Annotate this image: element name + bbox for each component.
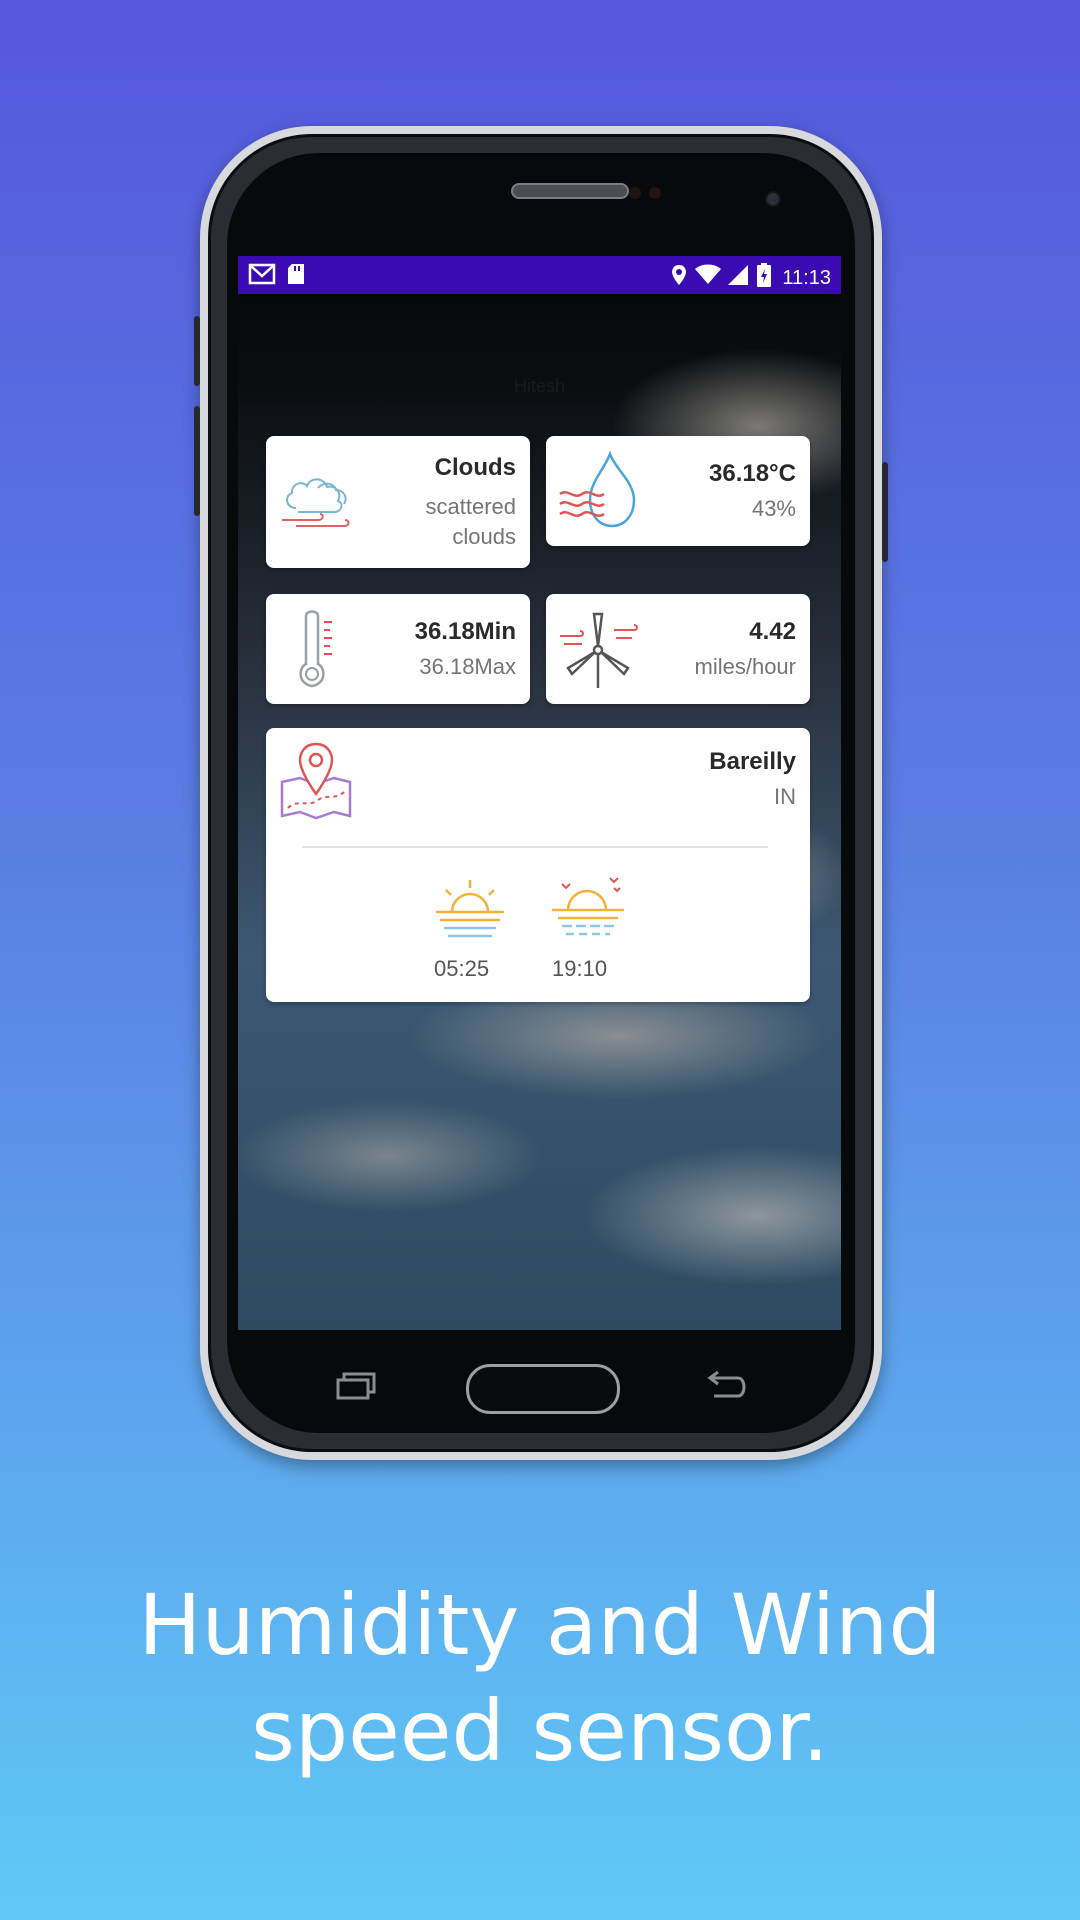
- front-camera: [765, 191, 781, 207]
- wifi-icon: [694, 263, 722, 292]
- caption-line1: Humidity and Wind: [138, 1576, 942, 1674]
- app-screen: 11:13 Hitesh Clouds scattered clouds 36.…: [238, 256, 841, 1330]
- wind-unit: miles/hour: [694, 654, 796, 679]
- humidity-card[interactable]: 36.18°C 43%: [546, 436, 810, 546]
- recent-apps-button[interactable]: [334, 1370, 378, 1407]
- humidity-value: 43%: [751, 496, 796, 521]
- weather-main: Clouds: [434, 454, 516, 481]
- earpiece-speaker: [511, 183, 629, 199]
- battery-charging-icon: [756, 262, 772, 293]
- back-button[interactable]: [704, 1370, 748, 1407]
- sunset-time: 19:10: [552, 956, 608, 981]
- weather-desc-line1: scattered: [425, 494, 517, 519]
- weather-card[interactable]: Clouds scattered clouds: [266, 436, 530, 568]
- map-pin-icon: [278, 742, 354, 827]
- temp-max: 36.18Max: [419, 654, 516, 679]
- location-country: IN: [774, 784, 796, 809]
- volume-button: [194, 316, 200, 386]
- cloud-wind-icon: [278, 460, 358, 545]
- weather-desc-line2: clouds: [452, 524, 516, 549]
- thermometer-icon: [296, 608, 336, 695]
- light-sensor: [649, 187, 661, 199]
- humidity-temp: 36.18°C: [709, 460, 796, 487]
- temp-min: 36.18Min: [414, 618, 516, 645]
- sd-card-icon: [286, 262, 306, 291]
- status-bar: 11:13: [238, 256, 841, 294]
- caption-line2: speed sensor.: [251, 1682, 829, 1780]
- water-drop-icon: [558, 450, 638, 537]
- power-button: [882, 462, 888, 562]
- status-time: 11:13: [782, 266, 831, 289]
- sunrise-icon: [432, 876, 508, 947]
- proximity-sensor: [629, 187, 641, 199]
- signal-icon: [728, 263, 750, 292]
- location-divider: [302, 846, 768, 848]
- wind-speed: 4.42: [749, 618, 796, 645]
- volume-button-lower: [194, 406, 200, 516]
- gmail-icon: [248, 262, 276, 291]
- location-card[interactable]: Bareilly IN 05:25 19:10: [266, 728, 810, 1002]
- header-hint: Hitesh: [513, 376, 566, 396]
- home-button[interactable]: [466, 1364, 620, 1414]
- temperature-card[interactable]: 36.18Min 36.18Max: [266, 594, 530, 704]
- caption: Humidity and Wind speed sensor.: [0, 1572, 1080, 1784]
- wind-card[interactable]: 4.42 miles/hour: [546, 594, 810, 704]
- sunset-icon: [548, 874, 628, 949]
- location-city: Bareilly: [709, 748, 796, 775]
- location-icon: [670, 263, 688, 292]
- sunrise-time: 05:25: [434, 956, 490, 981]
- wind-turbine-icon: [558, 608, 638, 695]
